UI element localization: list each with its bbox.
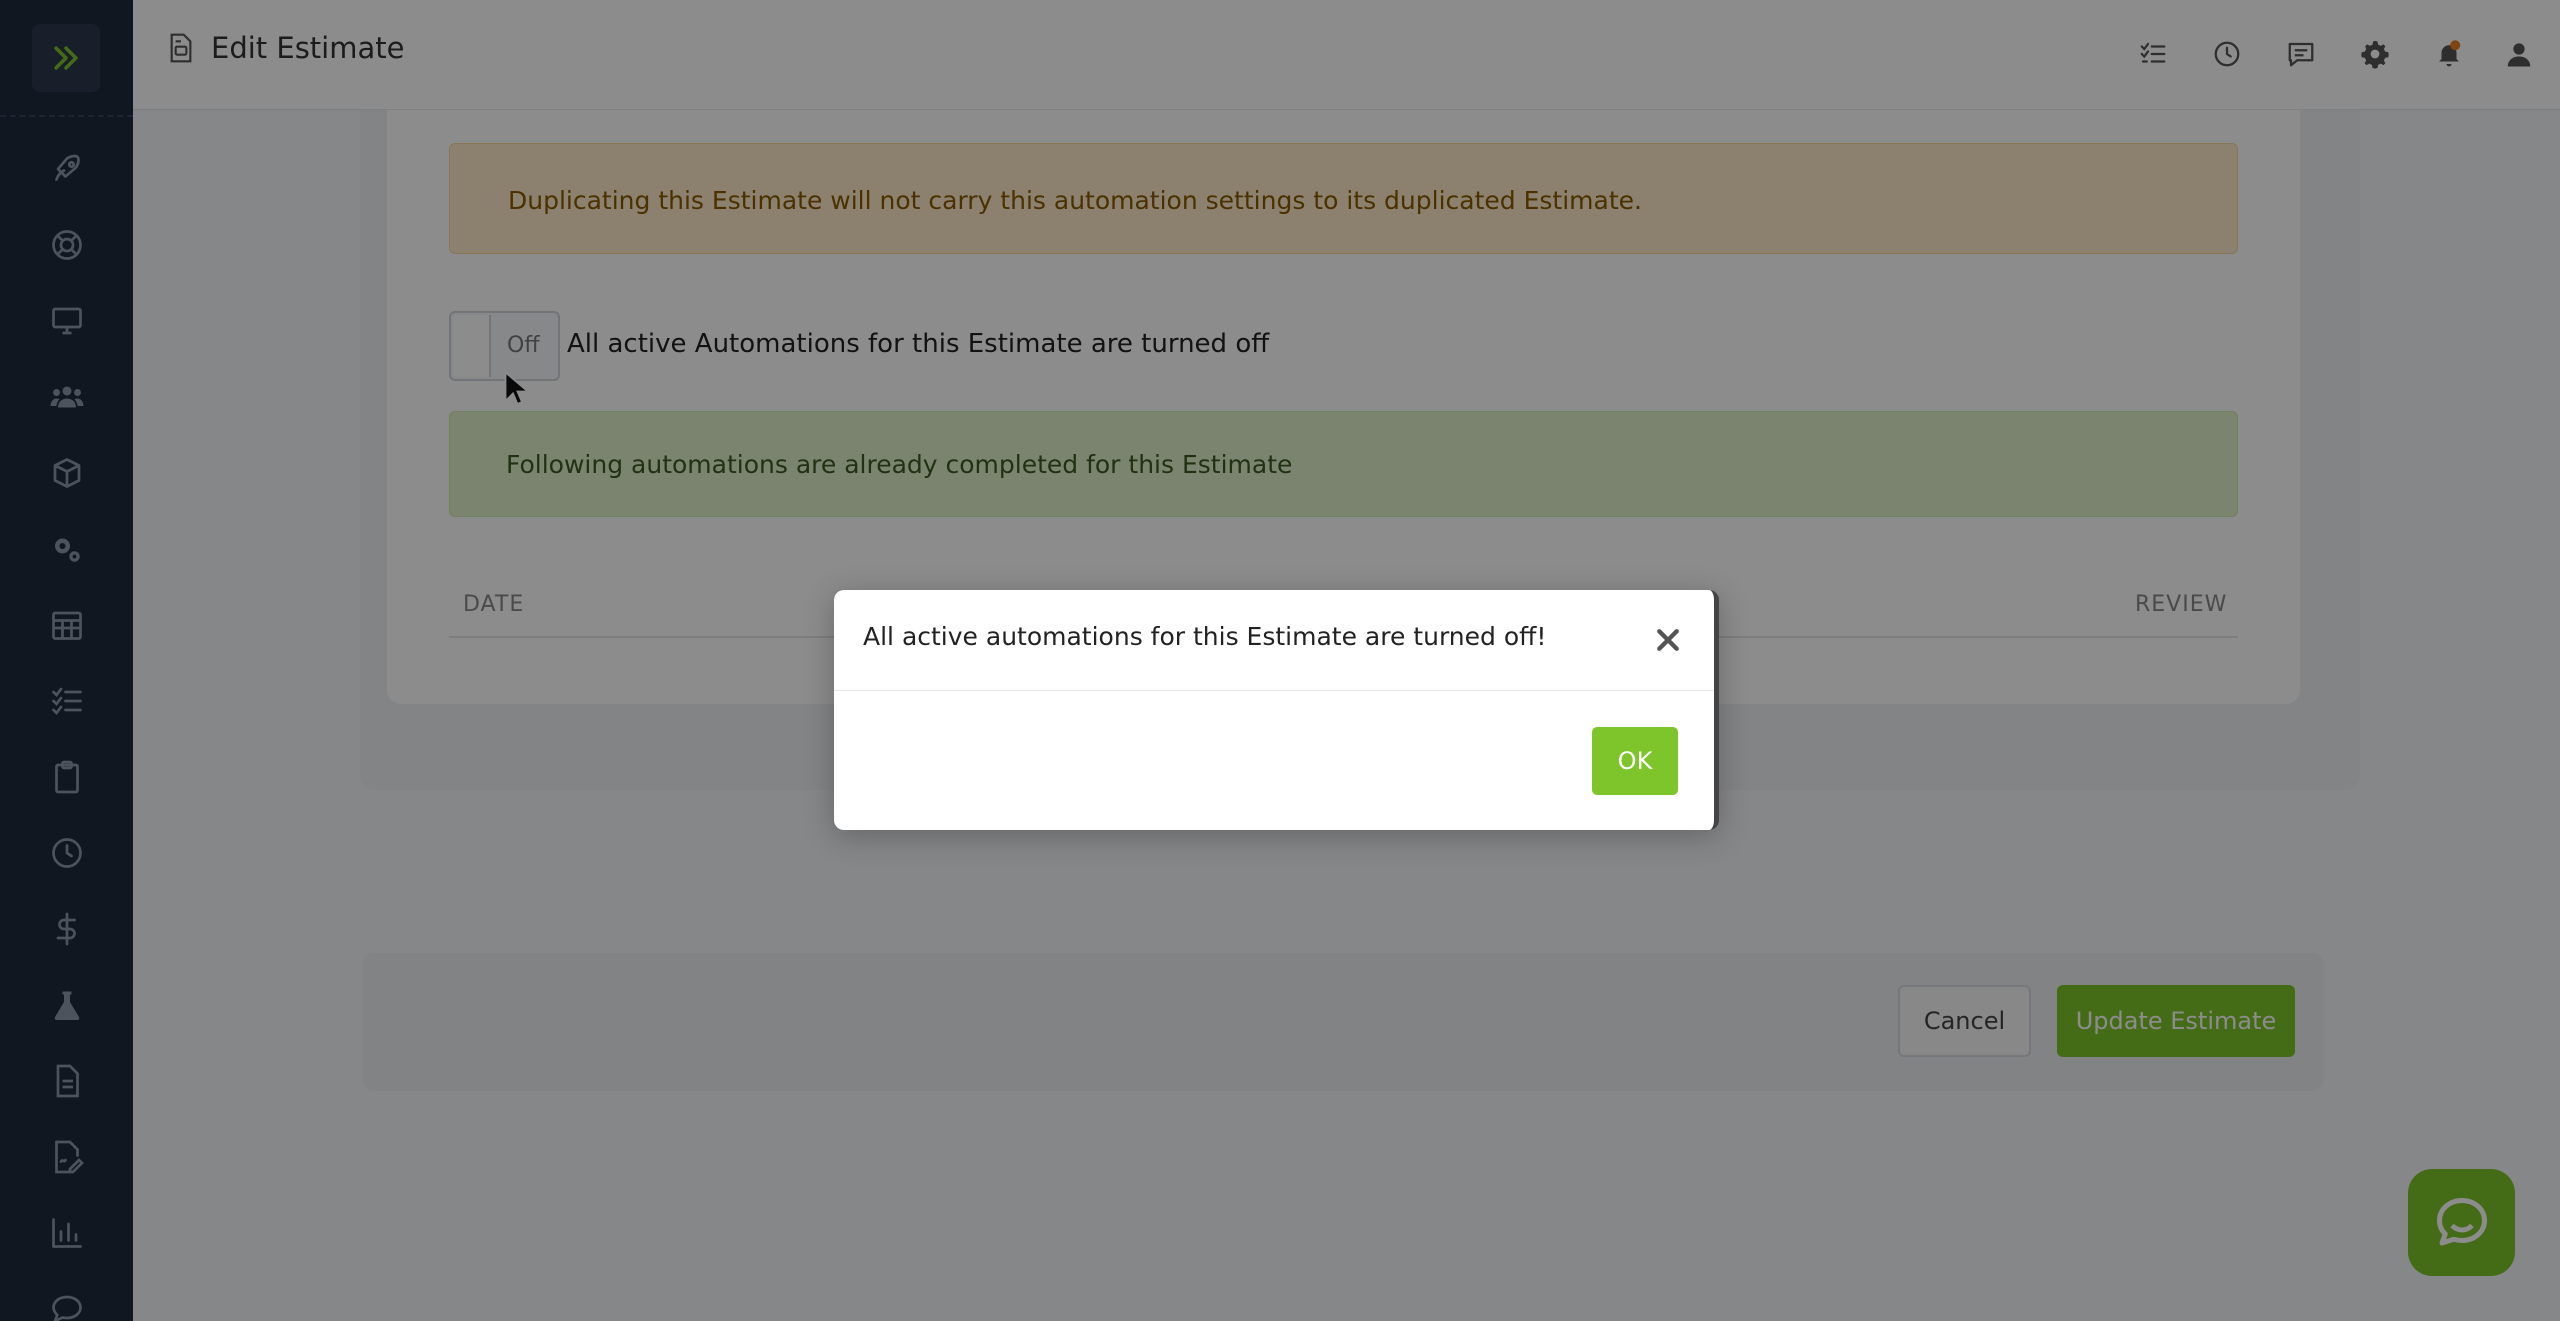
dialog-title: All active automations for this Estimate… xyxy=(863,622,1547,651)
automation-off-dialog: All active automations for this Estimate… xyxy=(834,590,1719,830)
dialog-header: All active automations for this Estimate… xyxy=(834,590,1714,691)
close-icon xyxy=(1657,629,1679,651)
dialog-ok-button[interactable]: OK xyxy=(1592,727,1678,795)
dialog-close-button[interactable] xyxy=(1648,620,1688,660)
